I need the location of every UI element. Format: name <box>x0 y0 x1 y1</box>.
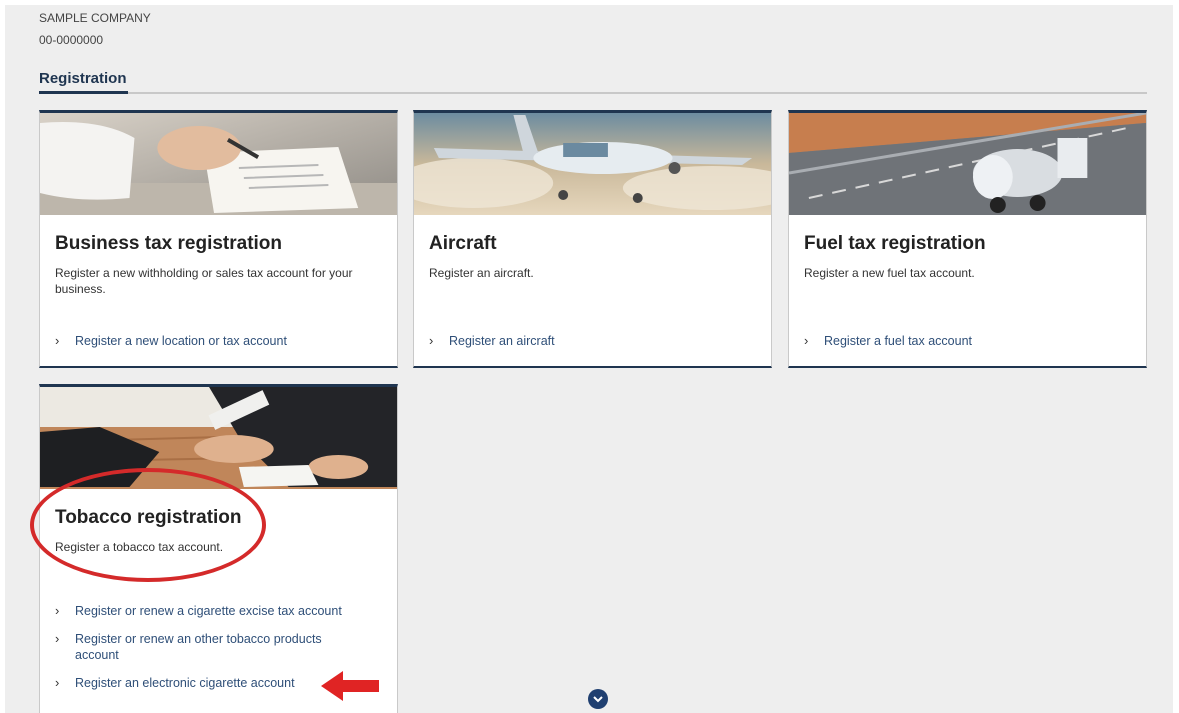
card-fuel-tax: Fuel tax registration Register a new fue… <box>788 110 1147 368</box>
card-business-tax: Business tax registration Register a new… <box>39 110 398 368</box>
link-cigarette-excise[interactable]: › Register or renew a cigarette excise t… <box>55 603 377 619</box>
card-image-airplane <box>414 113 771 215</box>
card-links: › Register a fuel tax account <box>804 333 1126 361</box>
link-text[interactable]: Register a fuel tax account <box>824 333 972 349</box>
card-description: Register a new fuel tax account. <box>804 266 975 280</box>
chevron-right-icon: › <box>55 631 60 646</box>
link-text[interactable]: Register an aircraft <box>449 333 555 349</box>
tab-registration[interactable]: Registration <box>39 70 127 87</box>
scroll-down-button[interactable] <box>588 689 608 709</box>
company-name: SAMPLE COMPANY <box>39 11 151 25</box>
card-description: Register an aircraft. <box>429 266 534 280</box>
card-description: Register a new withholding or sales tax … <box>55 266 353 296</box>
page-background: SAMPLE COMPANY 00-0000000 Registration B… <box>5 5 1173 713</box>
chevron-right-icon: › <box>55 333 60 348</box>
chevron-right-icon: › <box>55 675 60 690</box>
active-tab-indicator <box>39 91 128 94</box>
chevron-right-icon: › <box>55 603 60 618</box>
link-text[interactable]: Register a new location or tax account <box>75 333 287 349</box>
card-image-fuel-truck <box>789 113 1146 215</box>
card-title: Business tax registration <box>55 233 283 254</box>
card-aircraft: Aircraft Register an aircraft. › Registe… <box>413 110 772 368</box>
card-links: › Register a new location or tax account <box>55 333 377 361</box>
annotation-circle <box>30 468 266 582</box>
company-info: SAMPLE COMPANY 00-0000000 <box>39 10 151 48</box>
link-register-aircraft[interactable]: › Register an aircraft <box>429 333 751 349</box>
card-links: › Register an aircraft <box>429 333 751 361</box>
link-register-new-location[interactable]: › Register a new location or tax account <box>55 333 377 349</box>
card-image-signing-documents <box>40 113 397 215</box>
link-register-fuel-tax[interactable]: › Register a fuel tax account <box>804 333 1126 349</box>
card-title: Fuel tax registration <box>804 233 986 254</box>
annotation-arrow-icon <box>321 671 379 701</box>
company-id: 00-0000000 <box>39 33 104 47</box>
chevron-right-icon: › <box>804 333 809 348</box>
card-title: Aircraft <box>429 233 497 254</box>
link-text[interactable]: Register an electronic cigarette account <box>75 675 295 691</box>
chevron-down-icon <box>593 696 603 703</box>
link-other-tobacco-products[interactable]: › Register or renew an other tobacco pro… <box>55 631 377 663</box>
link-text[interactable]: Register or renew a cigarette excise tax… <box>75 603 342 619</box>
chevron-right-icon: › <box>429 333 434 348</box>
section-divider <box>39 92 1147 94</box>
link-text[interactable]: Register or renew an other tobacco produ… <box>75 631 345 663</box>
